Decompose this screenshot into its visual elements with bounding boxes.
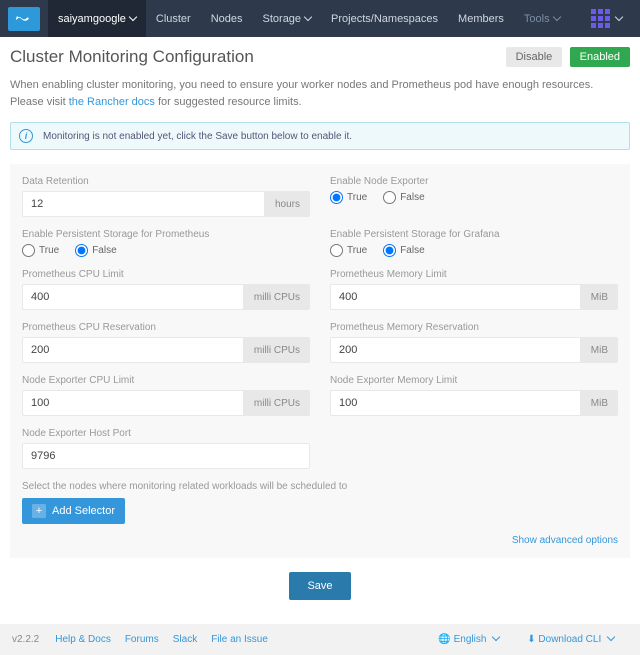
nav-projects[interactable]: Projects/Namespaces	[321, 0, 448, 37]
status-actions: Disable Enabled	[506, 47, 630, 67]
chevron-down-icon	[607, 633, 615, 641]
nav-cluster[interactable]: Cluster	[146, 0, 201, 37]
mib-unit: MiB	[581, 337, 618, 363]
ne-cpu-limit-input[interactable]	[22, 390, 244, 416]
enabled-button[interactable]: Enabled	[570, 47, 630, 67]
prom-cpu-res-label: Prometheus CPU Reservation	[22, 322, 310, 333]
footer: v2.2.2 Help & Docs Forums Slack File an …	[0, 624, 640, 655]
cluster-selector[interactable]: saiyamgoogle	[48, 0, 146, 37]
apps-grid-icon	[588, 9, 612, 29]
mcpu-unit: milli CPUs	[244, 337, 310, 363]
storage-prom-label: Enable Persistent Storage for Prometheus	[22, 229, 310, 240]
data-retention-input[interactable]	[22, 191, 265, 217]
mcpu-unit: milli CPUs	[244, 284, 310, 310]
forums-link[interactable]: Forums	[125, 634, 159, 645]
download-cli-link[interactable]: ⬇ Download CLI	[527, 634, 614, 645]
file-issue-link[interactable]: File an Issue	[211, 634, 268, 645]
page-title: Cluster Monitoring Configuration	[10, 47, 254, 67]
plus-icon: +	[32, 504, 46, 518]
mib-unit: MiB	[581, 284, 618, 310]
prom-cpu-limit-label: Prometheus CPU Limit	[22, 269, 310, 280]
mib-unit: MiB	[581, 390, 618, 416]
storage-grafana-true[interactable]: True	[330, 244, 367, 257]
top-navbar: saiyamgoogle Cluster Nodes Storage Proje…	[0, 0, 640, 37]
prom-mem-res-input[interactable]	[330, 337, 581, 363]
rancher-logo[interactable]	[8, 7, 40, 31]
language-selector[interactable]: 🌐 English	[438, 634, 499, 645]
prom-cpu-res-input[interactable]	[22, 337, 244, 363]
selector-description: Select the nodes where monitoring relate…	[22, 481, 618, 492]
storage-prom-true[interactable]: True	[22, 244, 59, 257]
nav-storage[interactable]: Storage	[253, 0, 322, 37]
ne-host-port-label: Node Exporter Host Port	[22, 428, 310, 439]
slack-link[interactable]: Slack	[173, 634, 197, 645]
help-docs-link[interactable]: Help & Docs	[55, 634, 111, 645]
chevron-down-icon	[129, 12, 137, 20]
info-icon: i	[19, 129, 33, 143]
page-content: Cluster Monitoring Configuration Disable…	[0, 37, 640, 624]
data-retention-label: Data Retention	[22, 176, 310, 187]
info-banner: i Monitoring is not enabled yet, click t…	[10, 122, 630, 150]
show-advanced-link[interactable]: Show advanced options	[512, 535, 618, 546]
node-exporter-true[interactable]: True	[330, 191, 367, 204]
node-exporter-false[interactable]: False	[383, 191, 424, 204]
version-text: v2.2.2	[12, 634, 39, 645]
banner-text: Monitoring is not enabled yet, click the…	[43, 131, 352, 142]
save-button[interactable]: Save	[289, 572, 350, 600]
storage-grafana-false[interactable]: False	[383, 244, 424, 257]
add-selector-button[interactable]: + Add Selector	[22, 498, 125, 524]
chevron-down-icon	[304, 12, 312, 20]
hours-unit: hours	[265, 191, 310, 217]
apps-menu[interactable]	[578, 0, 632, 37]
chevron-down-icon	[615, 12, 623, 20]
form-panel: Data Retention hours Enable Node Exporte…	[10, 164, 630, 558]
prom-cpu-limit-input[interactable]	[22, 284, 244, 310]
description-text: When enabling cluster monitoring, you ne…	[10, 77, 630, 110]
storage-grafana-label: Enable Persistent Storage for Grafana	[330, 229, 618, 240]
ne-cpu-limit-label: Node Exporter CPU Limit	[22, 375, 310, 386]
nav-nodes[interactable]: Nodes	[201, 0, 253, 37]
nav-tools[interactable]: Tools	[514, 0, 570, 37]
ne-mem-limit-input[interactable]	[330, 390, 581, 416]
prom-mem-res-label: Prometheus Memory Reservation	[330, 322, 618, 333]
ne-mem-limit-label: Node Exporter Memory Limit	[330, 375, 618, 386]
ne-host-port-input[interactable]	[22, 443, 310, 469]
enable-node-exporter-label: Enable Node Exporter	[330, 176, 618, 187]
docs-link[interactable]: the Rancher docs	[69, 96, 155, 108]
chevron-down-icon	[492, 633, 500, 641]
disable-button[interactable]: Disable	[506, 47, 563, 67]
mcpu-unit: milli CPUs	[244, 390, 310, 416]
prom-mem-limit-label: Prometheus Memory Limit	[330, 269, 618, 280]
nav-members[interactable]: Members	[448, 0, 514, 37]
chevron-down-icon	[552, 12, 560, 20]
storage-prom-false[interactable]: False	[75, 244, 116, 257]
prom-mem-limit-input[interactable]	[330, 284, 581, 310]
